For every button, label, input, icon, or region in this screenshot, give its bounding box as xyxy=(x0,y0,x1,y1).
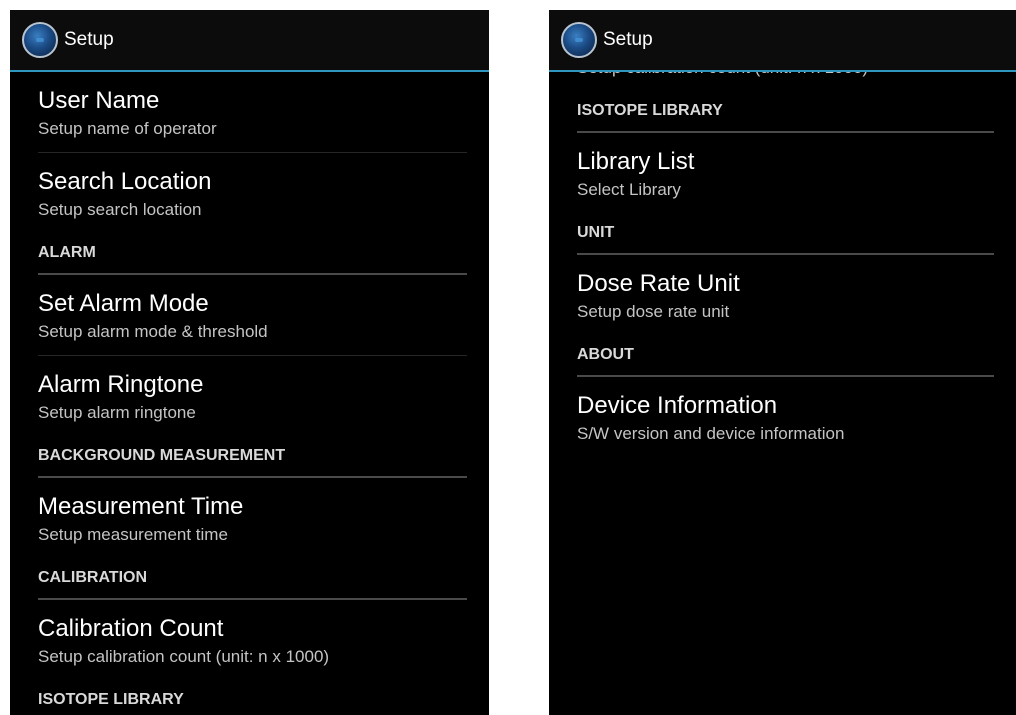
setting-item-title: Set Alarm Mode xyxy=(38,290,209,317)
setting-item-library-list[interactable]: Library List Select Library xyxy=(549,133,1016,214)
setting-item-title: Measurement Time xyxy=(38,493,244,520)
setting-item-summary: Setup alarm mode & threshold xyxy=(38,322,268,341)
setting-item-calibration-count[interactable]: Calibration Count Setup calibration count… xyxy=(10,600,489,681)
setting-item-summary: Setup calibration count (unit: n x 1000) xyxy=(577,72,1016,79)
action-bar: Setup xyxy=(549,10,1016,72)
setting-item-alarm-ringtone[interactable]: Alarm Ringtone Setup alarm ringtone xyxy=(10,356,489,437)
setting-item-title: Search Location xyxy=(38,168,212,195)
settings-list[interactable]: Set Alarm ModeSetup alarm mode & thresho… xyxy=(549,72,1016,715)
settings-list[interactable]: User Name Setup name of operator Search Lo… xyxy=(10,72,489,715)
setting-item-title: User Name xyxy=(38,87,160,114)
section-header-background-measurement: BACKGROUND MEASUREMENT xyxy=(10,437,489,478)
setting-item-summary: Setup calibration count (unit: n x 1000) xyxy=(38,647,330,666)
setting-item-title: Alarm Ringtone xyxy=(38,371,204,398)
section-header-calibration: CALIBRATION xyxy=(10,559,489,600)
section-header-label: ABOUT xyxy=(577,346,634,363)
setting-item-title: Dose Rate Unit xyxy=(577,270,740,297)
screen-left: Setup User Name Setup name of operator Sea… xyxy=(10,10,489,715)
setting-item-title: Device Information xyxy=(577,392,778,419)
section-header-label: CALIBRATION xyxy=(38,569,148,586)
section-header-label: UNIT xyxy=(577,224,615,241)
setting-item-dose-rate-unit[interactable]: Dose Rate Unit Setup dose rate unit xyxy=(549,255,1016,336)
setting-item-search-location[interactable]: Search Location Setup search location xyxy=(10,153,489,234)
setting-item-summary: Setup measurement time xyxy=(38,525,228,544)
section-header-label: ISOTOPE LIBRARY xyxy=(577,102,723,119)
setting-item-set-alarm-mode[interactable]: Set Alarm Mode Setup alarm mode & thresho… xyxy=(10,275,489,356)
setting-item-summary: Setup dose rate unit xyxy=(577,302,730,321)
setting-item-user-name[interactable]: User Name Setup name of operator xyxy=(10,72,489,153)
section-header-about: ABOUT xyxy=(549,336,1016,377)
setting-item-device-information[interactable]: Device Information S/W version and device… xyxy=(549,377,1016,458)
action-bar: Setup xyxy=(10,10,489,72)
settings-list-content: User Name Setup name of operator Search Lo… xyxy=(10,72,489,715)
setting-item-summary: S/W version and device information xyxy=(577,424,845,443)
setting-item-summary: Setup name of operator xyxy=(38,119,217,138)
app-logo-icon[interactable] xyxy=(561,22,597,58)
setting-item-title: Calibration Count xyxy=(38,615,224,642)
setting-item-calibration-count[interactable]: Calibration CountSetup calibration count… xyxy=(549,72,1016,92)
setting-item-summary: Setup alarm ringtone xyxy=(38,403,196,422)
app-logo-icon[interactable] xyxy=(22,22,58,58)
setting-item-measurement-time[interactable]: Measurement Time Setup measurement time xyxy=(10,478,489,559)
section-header-label: ALARM xyxy=(38,244,96,261)
section-header-isotope-library: ISOTOPE LIBRARY xyxy=(549,92,1016,133)
section-header-unit: UNIT xyxy=(549,214,1016,255)
setting-item-summary: Setup search location xyxy=(38,200,202,219)
section-header-label: BACKGROUND MEASUREMENT xyxy=(38,447,286,464)
action-bar-title: Setup xyxy=(603,29,653,50)
action-bar-title: Setup xyxy=(64,29,114,50)
section-header-isotope-library: ISOTOPE LIBRARY xyxy=(10,681,489,715)
setting-item-summary: Select Library xyxy=(577,180,681,199)
section-header-label: ISOTOPE LIBRARY xyxy=(38,691,184,708)
setting-item-title: Library List xyxy=(577,148,695,175)
section-header-alarm: ALARM xyxy=(10,234,489,275)
settings-list-content: Set Alarm ModeSetup alarm mode & thresho… xyxy=(549,72,1016,458)
screen-right: Setup Set Alarm ModeSetup alarm mode & t… xyxy=(549,10,1016,715)
